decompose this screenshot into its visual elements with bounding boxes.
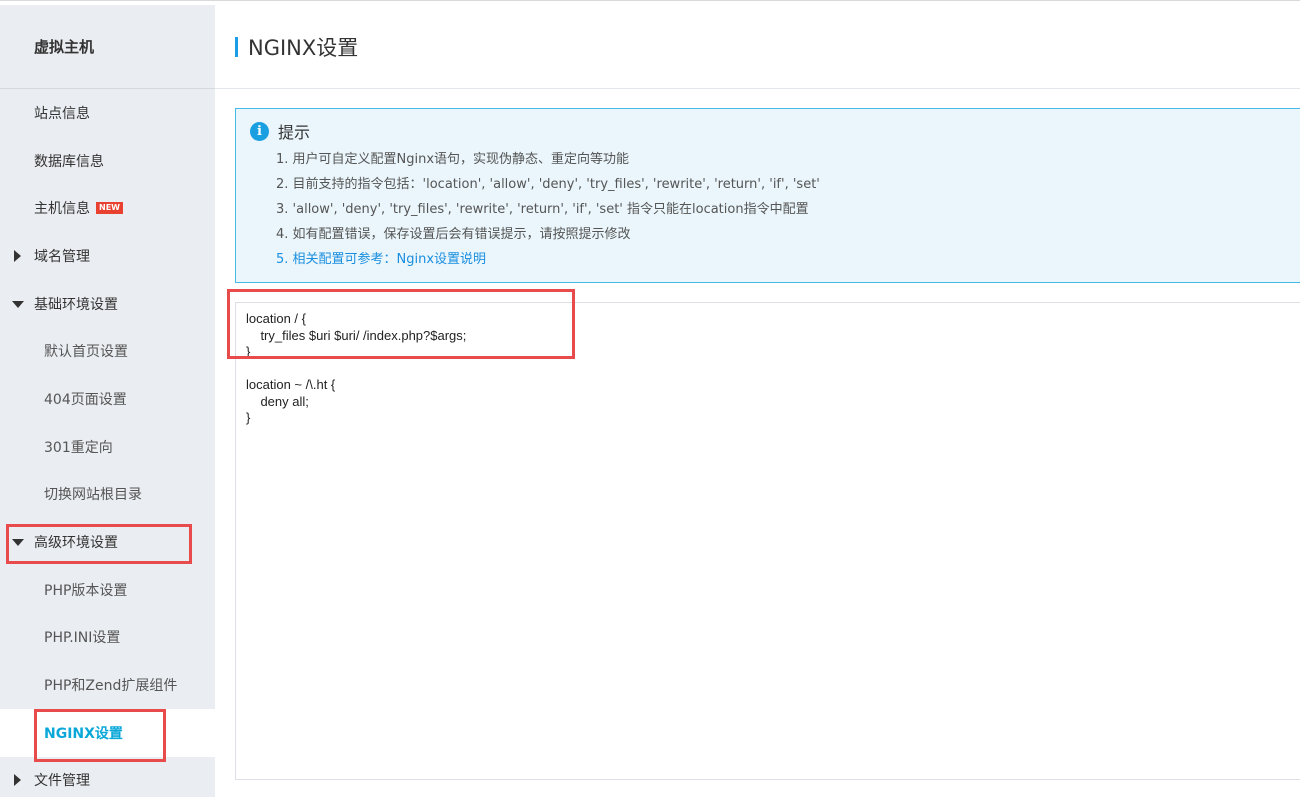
page-title: NGINX设置 [248,35,359,60]
sidebar-item-label: 主机信息 [34,201,90,218]
sidebar-item-label: 文件管理 [34,773,90,790]
sidebar-item-php-version[interactable]: PHP版本设置 [0,566,215,614]
caret-down-icon [12,539,24,547]
nginx-docs-link[interactable]: 5. 相关配置可参考：Nginx设置说明 [276,247,1292,272]
sidebar-item-label: 301重定向 [44,439,113,456]
tip-list: 1. 用户可自定义配置Nginx语句，实现伪静态、重定向等功能 2. 目前支持的… [248,147,1292,272]
sidebar-item-label: 默认首页设置 [44,344,128,361]
caret-right-icon [14,774,21,787]
sidebar-item-404-page[interactable]: 404页面设置 [0,375,215,423]
sidebar-item-label: 高级环境设置 [34,535,118,552]
sidebar-item-default-homepage[interactable]: 默认首页设置 [0,327,215,375]
sidebar-item-site-info[interactable]: 站点信息 [0,89,215,137]
sidebar: 虚拟主机 站点信息 数据库信息 主机信息 NEW 域名管理 基础环境设置 默认首页… [0,5,215,797]
sidebar-item-advanced-env-settings[interactable]: 高级环境设置 [0,518,215,566]
sidebar-title: 虚拟主机 [0,5,215,89]
tip-header: i 提示 [248,119,1292,143]
sidebar-item-switch-root[interactable]: 切换网站根目录 [0,471,215,519]
sidebar-item-php-zend-extensions[interactable]: PHP和Zend扩展组件 [0,661,215,709]
sidebar-item-basic-env-settings[interactable]: 基础环境设置 [0,280,215,328]
tip-box: i 提示 1. 用户可自定义配置Nginx语句，实现伪静态、重定向等功能 2. … [235,108,1300,283]
sidebar-item-label: PHP.INI设置 [44,630,121,647]
sidebar-item-domain-management[interactable]: 域名管理 [0,232,215,280]
tip-title: 提示 [278,123,311,142]
sidebar-item-label: 数据库信息 [34,153,104,170]
page-header: NGINX设置 [215,5,1300,89]
sidebar-item-host-info[interactable]: 主机信息 NEW [0,184,215,232]
tip-item: 2. 目前支持的指令包括：'location', 'allow', 'deny'… [276,177,820,192]
nginx-config-text[interactable]: location / { try_files $uri $uri/ /index… [246,311,1294,427]
top-border [0,0,1300,4]
sidebar-item-label: NGINX设置 [44,725,123,742]
sidebar-nav: 站点信息 数据库信息 主机信息 NEW 域名管理 基础环境设置 默认首页设置 40… [0,89,215,797]
sidebar-item-label: 域名管理 [34,248,90,265]
tip-item: 4. 如有配置错误，保存设置后会有错误提示，请按照提示修改 [276,227,631,242]
sidebar-item-label: 站点信息 [34,105,90,122]
main-content: NGINX设置 i 提示 1. 用户可自定义配置Nginx语句，实现伪静态、重定… [215,5,1300,797]
sidebar-item-database-info[interactable]: 数据库信息 [0,137,215,185]
sidebar-item-label: PHP版本设置 [44,582,128,599]
caret-down-icon [12,300,24,308]
sidebar-item-php-ini[interactable]: PHP.INI设置 [0,614,215,662]
new-badge: NEW [96,202,123,215]
info-icon: i [250,121,269,141]
tip-item: 3. 'allow', 'deny', 'try_files', 'rewrit… [276,202,809,217]
sidebar-item-label: 404页面设置 [44,391,127,408]
sidebar-item-label: 切换网站根目录 [44,487,142,504]
sidebar-item-label: 基础环境设置 [34,296,118,313]
sidebar-item-file-management[interactable]: 文件管理 [0,757,215,797]
sidebar-item-nginx-settings[interactable]: NGINX设置 [0,708,215,757]
caret-right-icon [14,249,21,262]
sidebar-item-301-redirect[interactable]: 301重定向 [0,423,215,471]
tip-item: 1. 用户可自定义配置Nginx语句，实现伪静态、重定向等功能 [276,152,630,167]
title-accent-bar [235,36,238,57]
nginx-config-editor[interactable]: location / { try_files $uri $uri/ /index… [235,302,1300,780]
sidebar-item-label: PHP和Zend扩展组件 [44,678,178,695]
